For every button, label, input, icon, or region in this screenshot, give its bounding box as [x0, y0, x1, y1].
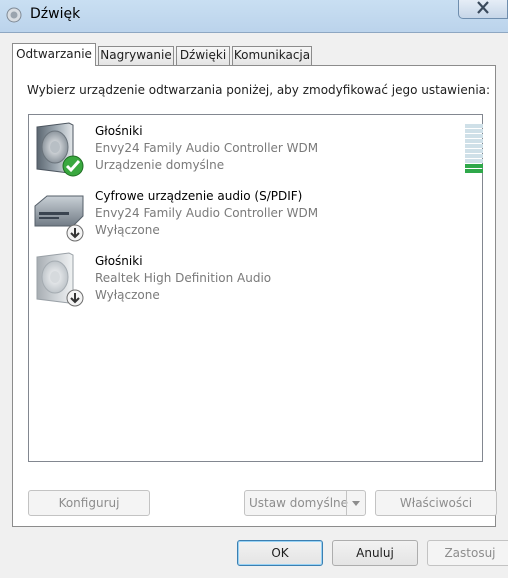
level-segment [465, 164, 483, 168]
level-segment [465, 144, 483, 148]
cancel-button[interactable]: Anuluj [332, 540, 418, 566]
device-driver: Envy24 Family Audio Controller WDM [95, 206, 319, 220]
speaker-icon [6, 7, 22, 23]
volume-level-meter [465, 124, 483, 174]
tab-panel: Wybierz urządzenie odtwarzania poniżej, … [12, 65, 497, 527]
instruction-text: Wybierz urządzenie odtwarzania poniżej, … [27, 83, 491, 97]
configure-button[interactable]: Konfiguruj [28, 490, 150, 516]
chevron-down-icon[interactable] [346, 491, 365, 515]
level-segment [465, 154, 483, 158]
level-segment [465, 149, 483, 153]
device-driver: Realtek High Definition Audio [95, 271, 272, 285]
device-name: Cyfrowe urządzenie audio (S/PDIF) [95, 189, 303, 203]
properties-button[interactable]: Właściwości [375, 490, 497, 516]
level-segment [465, 134, 483, 138]
tab-communication[interactable]: Komunikacja [232, 46, 312, 65]
close-icon [477, 1, 489, 14]
device-name: Głośniki [95, 124, 143, 138]
device-text: Cyfrowe urządzenie audio (S/PDIF) Envy24… [95, 188, 318, 239]
level-segment [465, 139, 483, 143]
list-item[interactable]: Głośniki Realtek High Definition Audio W… [31, 249, 471, 311]
device-status: Urządzenie domyślne [95, 158, 225, 172]
level-segment [465, 129, 483, 133]
tab-sounds[interactable]: Dźwięki [176, 46, 230, 65]
set-default-label: Ustaw domyślne [249, 496, 349, 510]
list-item[interactable]: Cyfrowe urządzenie audio (S/PDIF) Envy24… [31, 184, 471, 246]
device-status: Wyłączone [95, 288, 160, 302]
apply-button[interactable]: Zastosuj [427, 540, 508, 566]
device-list[interactable]: Głośniki Envy24 Family Audio Controller … [28, 114, 483, 462]
close-button[interactable] [458, 0, 508, 19]
device-text: Głośniki Envy24 Family Audio Controller … [95, 123, 318, 174]
device-text: Głośniki Realtek High Definition Audio W… [95, 253, 271, 304]
device-status: Wyłączone [95, 223, 160, 237]
level-segment [465, 159, 483, 163]
dialog-client: Odtwarzanie Nagrywanie Dźwięki Komunikac… [0, 32, 508, 578]
tab-recording[interactable]: Nagrywanie [98, 46, 174, 65]
window-title: Dźwięk [30, 6, 81, 22]
title-bar: Dźwięk [0, 0, 508, 32]
list-item[interactable]: Głośniki Envy24 Family Audio Controller … [31, 119, 483, 181]
set-default-split-button[interactable]: Ustaw domyślne [244, 490, 366, 516]
device-driver: Envy24 Family Audio Controller WDM [95, 141, 319, 155]
default-check-icon [62, 155, 84, 177]
ok-button[interactable]: OK [237, 540, 323, 566]
tab-playback[interactable]: Odtwarzanie [12, 43, 96, 66]
device-name: Głośniki [95, 254, 143, 268]
level-segment [465, 169, 483, 173]
disabled-arrow-icon [66, 289, 84, 307]
level-segment [465, 124, 483, 128]
disabled-arrow-icon [66, 224, 84, 242]
